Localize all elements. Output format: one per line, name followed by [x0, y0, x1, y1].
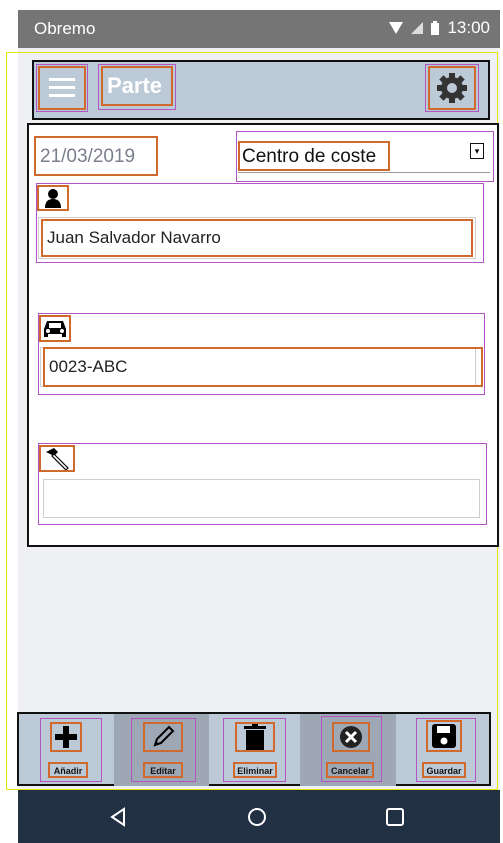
status-bar: Obremo 13:00	[18, 10, 500, 48]
back-icon[interactable]	[108, 807, 128, 827]
person-icon	[37, 185, 69, 211]
cost-center-value: Centro de coste	[238, 141, 390, 171]
battery-icon	[431, 21, 440, 35]
delete-label: Eliminar	[233, 762, 277, 778]
dropdown-arrow-icon[interactable]: ▾	[470, 143, 484, 159]
system-nav-bar	[18, 790, 500, 843]
vehicle-input-text: 0023-ABC	[43, 347, 483, 387]
hammer-icon	[39, 445, 75, 472]
cancel-icon	[332, 722, 370, 752]
status-icons: 13:00	[389, 18, 490, 38]
task-input[interactable]	[43, 479, 480, 518]
trash-icon	[235, 722, 275, 752]
menu-icon[interactable]	[38, 66, 86, 110]
driver-input-text: Juan Salvador Navarro	[41, 219, 473, 257]
recents-icon[interactable]	[386, 808, 404, 826]
floppy-disk-icon	[426, 720, 462, 752]
carrier-name: Obremo	[34, 19, 96, 38]
cancel-label: Cancelar	[326, 762, 374, 778]
signal-icon	[411, 22, 424, 34]
edit-label: Editar	[143, 762, 183, 778]
save-label: Guardar	[422, 762, 466, 778]
pencil-icon	[143, 722, 183, 752]
plus-icon	[50, 722, 82, 752]
clock: 13:00	[447, 18, 490, 37]
wifi-icon	[389, 22, 404, 34]
date-field[interactable]: 21/03/2019	[34, 136, 158, 176]
car-icon	[39, 315, 71, 342]
add-label: Añadir	[48, 762, 88, 778]
page-title: Parte	[101, 66, 173, 106]
home-icon[interactable]	[247, 807, 267, 827]
select-underline	[238, 172, 490, 173]
gear-icon[interactable]	[428, 66, 476, 110]
